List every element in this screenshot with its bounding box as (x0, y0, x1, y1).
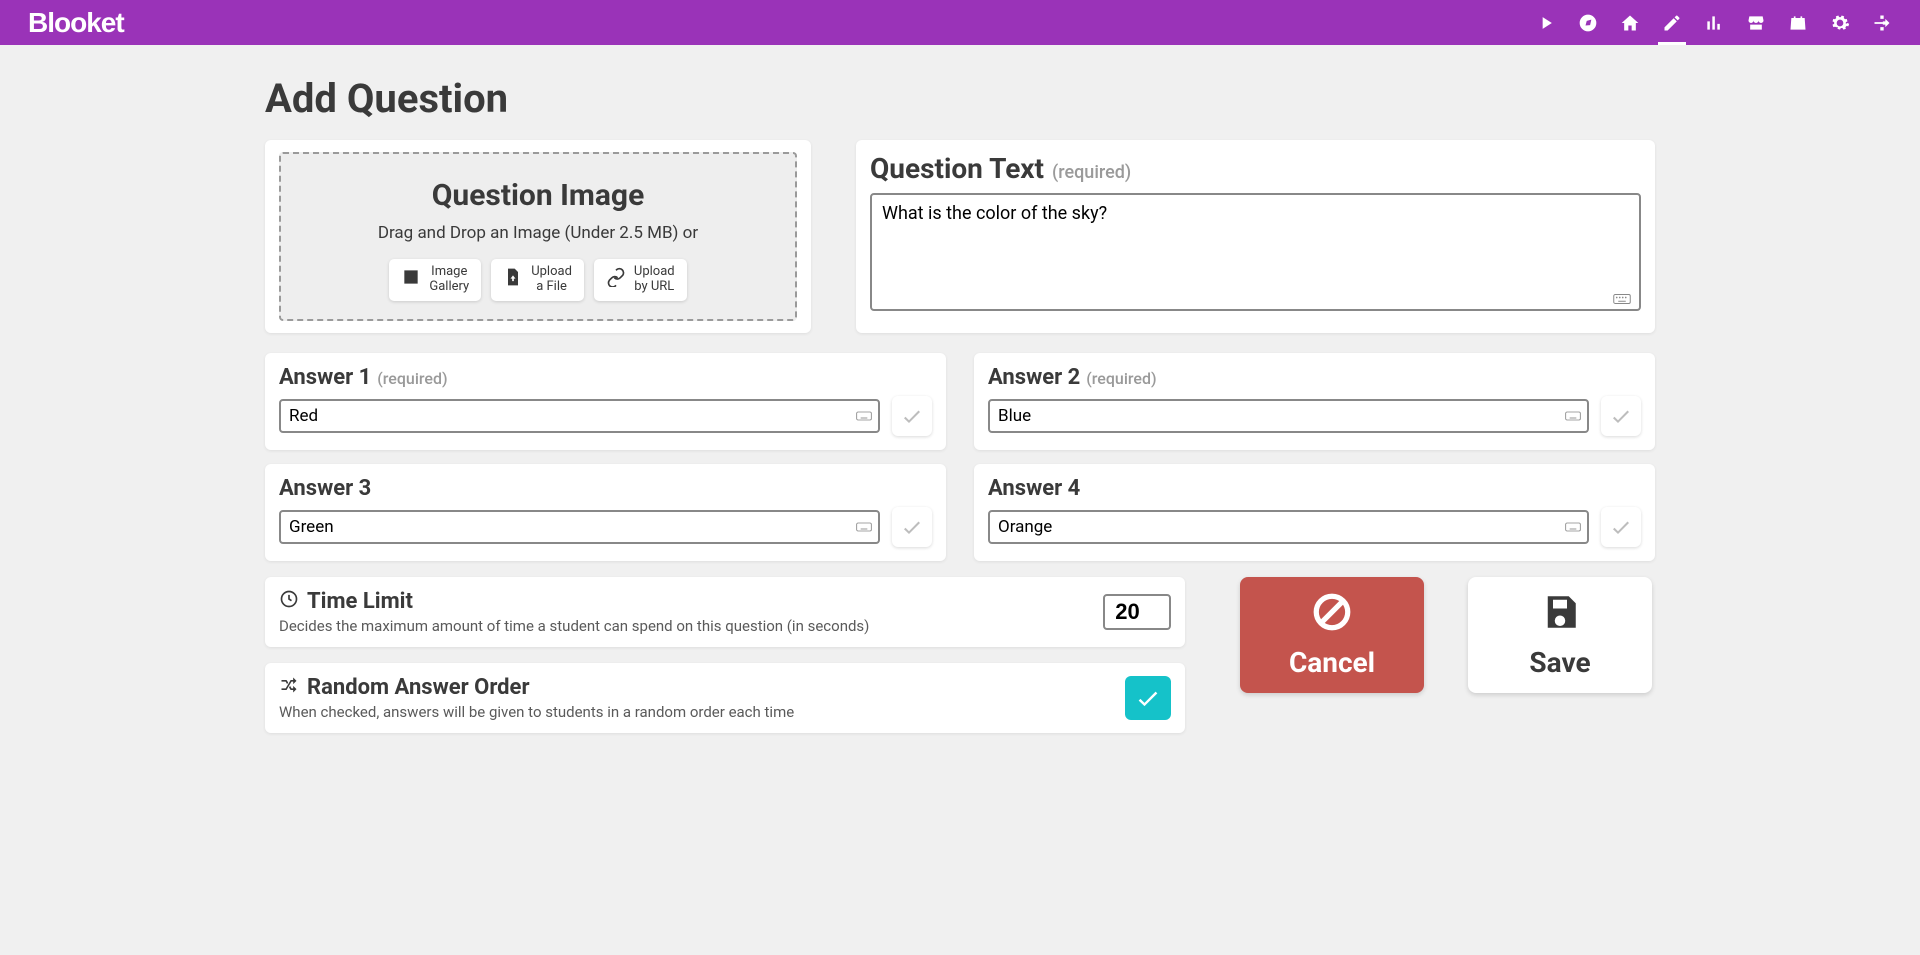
image-icon (401, 267, 421, 292)
save-icon (1539, 591, 1581, 640)
gear-icon[interactable] (1830, 13, 1850, 33)
answer-3-col: Answer 3 (265, 464, 946, 561)
link-icon (606, 267, 626, 292)
answer-3-label: Answer 3 (279, 476, 932, 501)
random-order-desc: When checked, answers will be given to s… (279, 703, 1125, 721)
answer-1-label: Answer 1 (required) (279, 365, 932, 390)
shuffle-icon (279, 675, 299, 701)
answer-2-col: Answer 2 (required) (974, 353, 1655, 450)
answer-1-col: Answer 1 (required) (265, 353, 946, 450)
answer-2-required: (required) (1086, 369, 1156, 388)
upload-file-label: Upload a File (531, 265, 572, 295)
save-label: Save (1529, 646, 1590, 679)
time-limit-card: Time Limit Decides the maximum amount of… (265, 577, 1185, 647)
time-limit-input[interactable] (1103, 594, 1171, 630)
answer-1-required: (required) (377, 369, 447, 388)
question-image-title: Question Image (291, 178, 785, 213)
answer-4-col: Answer 4 (974, 464, 1655, 561)
answer-4-card: Answer 4 (974, 464, 1655, 561)
nav-icons (1536, 13, 1892, 33)
top-row: Question Image Drag and Drop an Image (U… (265, 140, 1655, 333)
answer-2-correct-toggle[interactable] (1601, 396, 1641, 436)
random-order-title: Random Answer Order (279, 675, 1125, 701)
answer-4-label-text: Answer 4 (988, 476, 1080, 501)
keyboard-icon (1565, 406, 1581, 425)
save-button[interactable]: Save (1468, 577, 1652, 693)
keyboard-icon (856, 406, 872, 425)
upload-url-button[interactable]: Upload by URL (594, 259, 687, 301)
cancel-label: Cancel (1289, 646, 1375, 679)
answer-1-correct-toggle[interactable] (892, 396, 932, 436)
random-order-title-text: Random Answer Order (307, 675, 530, 700)
market-icon[interactable] (1746, 13, 1766, 33)
question-text-label-text: Question Text (870, 152, 1044, 185)
question-text-card: Question Text (required) (856, 140, 1655, 333)
answer-2-label-text: Answer 2 (988, 365, 1080, 390)
time-limit-desc: Decides the maximum amount of time a stu… (279, 617, 1103, 635)
image-dropzone[interactable]: Question Image Drag and Drop an Image (U… (279, 152, 797, 321)
cancel-button[interactable]: Cancel (1240, 577, 1424, 693)
question-image-card: Question Image Drag and Drop an Image (U… (265, 140, 811, 333)
stats-icon[interactable] (1704, 13, 1724, 33)
answer-3-input[interactable] (279, 510, 880, 544)
answers-row-2: Answer 3 Answer 4 (265, 464, 1655, 561)
question-text-wrap (870, 193, 1641, 315)
answer-1-label-text: Answer 1 (279, 365, 371, 390)
answer-3-correct-toggle[interactable] (892, 507, 932, 547)
logout-icon[interactable] (1872, 13, 1892, 33)
answers-row-1: Answer 1 (required) Answer 2 (required) (265, 353, 1655, 450)
settings-column: Time Limit Decides the maximum amount of… (265, 561, 1185, 733)
main-container: Add Question Question Image Drag and Dro… (255, 45, 1665, 773)
answer-3-label-text: Answer 3 (279, 476, 371, 501)
ban-icon (1311, 591, 1353, 640)
file-upload-icon (503, 267, 523, 292)
settings-actions-row: Time Limit Decides the maximum amount of… (265, 561, 1655, 733)
answer-4-correct-toggle[interactable] (1601, 507, 1641, 547)
keyboard-icon (1565, 517, 1581, 536)
image-gallery-label: Image Gallery (429, 265, 469, 295)
topbar: Blooket (0, 0, 1920, 45)
answer-2-label: Answer 2 (required) (988, 365, 1641, 390)
edit-icon[interactable] (1662, 13, 1682, 33)
image-upload-buttons: Image Gallery Upload a File Upload by UR… (291, 259, 785, 301)
keyboard-icon (856, 517, 872, 536)
question-image-hint: Drag and Drop an Image (Under 2.5 MB) or (291, 223, 785, 243)
time-limit-title: Time Limit (279, 589, 1103, 615)
compass-icon[interactable] (1578, 13, 1598, 33)
question-text-input[interactable] (870, 193, 1641, 311)
clock-icon (279, 589, 299, 615)
time-limit-title-text: Time Limit (307, 589, 413, 614)
answer-4-label: Answer 4 (988, 476, 1641, 501)
answer-3-card: Answer 3 (265, 464, 946, 561)
question-text-label: Question Text (required) (870, 152, 1641, 185)
image-gallery-button[interactable]: Image Gallery (389, 259, 481, 301)
page-title: Add Question (265, 75, 1655, 122)
bag-icon[interactable] (1788, 13, 1808, 33)
answer-1-input[interactable] (279, 399, 880, 433)
play-icon[interactable] (1536, 13, 1556, 33)
brand-logo[interactable]: Blooket (28, 7, 124, 39)
upload-url-label: Upload by URL (634, 265, 675, 295)
answer-2-input[interactable] (988, 399, 1589, 433)
question-text-required: (required) (1052, 162, 1131, 183)
random-order-toggle[interactable] (1125, 676, 1171, 720)
upload-file-button[interactable]: Upload a File (491, 259, 584, 301)
answer-2-card: Answer 2 (required) (974, 353, 1655, 450)
answer-1-card: Answer 1 (required) (265, 353, 946, 450)
home-icon[interactable] (1620, 13, 1640, 33)
answer-4-input[interactable] (988, 510, 1589, 544)
random-order-card: Random Answer Order When checked, answer… (265, 663, 1185, 733)
action-buttons: Cancel Save (1240, 577, 1652, 693)
